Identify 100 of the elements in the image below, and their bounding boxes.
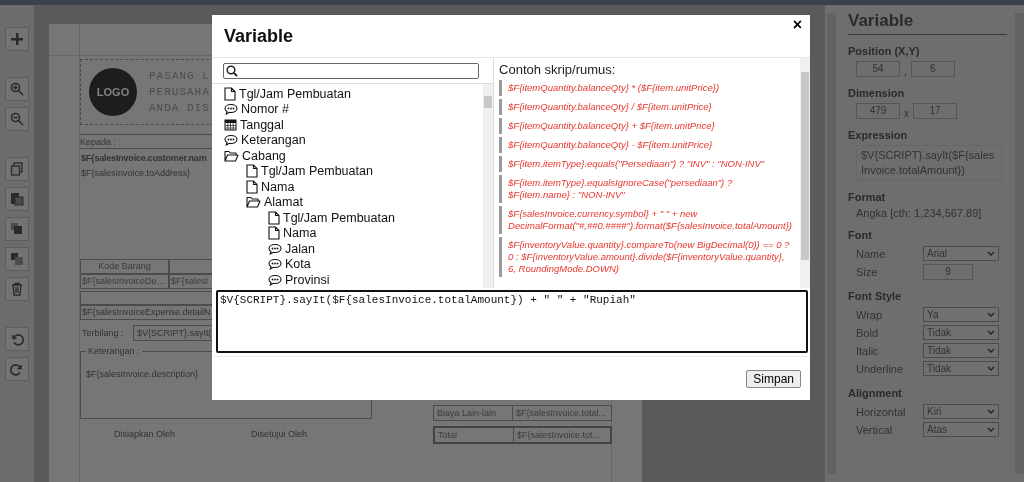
chevron-down-icon <box>987 427 995 432</box>
example-script[interactable]: $F{inventoryValue.quantity}.compareTo(new BigDecimal(0)) == 0 ? 0 : $F{inventoryValue.amount}.divide($F{inventoryValue.quantity}, 6, RoundingMode.DOWN) <box>499 237 796 277</box>
field-label: Italic <box>856 344 880 357</box>
speech-bubble-icon <box>268 242 282 255</box>
zoom-in-icon <box>10 82 24 96</box>
zoom-in-tool-button[interactable] <box>5 77 29 101</box>
field-label: Horizontal <box>856 405 907 418</box>
paste-icon <box>10 192 24 206</box>
undo-tool-button[interactable] <box>5 327 29 351</box>
field-label: Bold <box>856 326 880 339</box>
document-icon <box>246 164 258 179</box>
speech-bubble-icon <box>268 258 282 271</box>
example-script[interactable]: $F{itemQuantity.balanceQty} / $F{item.unitPrice} <box>499 99 796 115</box>
expression-editor[interactable]: $V{SCRIPT}.sayIt($F{salesInvoice.totalAmount}) + " " + "Rupiah" <box>216 290 808 353</box>
recipient-label: Kepada : <box>80 136 117 147</box>
separator-text: , <box>904 66 907 77</box>
redo-tool-button[interactable] <box>5 357 29 381</box>
send-backward-icon <box>10 252 24 266</box>
bring-forward-icon <box>10 222 24 236</box>
spelled-amount-label: Terbilang : <box>82 328 124 338</box>
dropdown[interactable]: Ya <box>923 307 999 322</box>
dropdown[interactable]: Atas <box>923 422 999 437</box>
separator-text: x <box>904 108 909 119</box>
save-button[interactable]: Simpan <box>746 369 801 388</box>
calendar-icon <box>224 118 237 132</box>
example-script[interactable]: $F{item.itemType}.equalsIgnoreCase("persediaan") ? $F{item.name} : "NON-INV" <box>499 175 796 203</box>
logo-mark: LOGO <box>89 68 137 116</box>
scrollbar[interactable] <box>483 84 494 288</box>
speech-bubble-icon <box>224 103 238 116</box>
section-title: Position (X,Y) <box>848 45 921 57</box>
number-field[interactable]: 54 <box>856 61 900 77</box>
scrollbar[interactable] <box>800 58 810 288</box>
section-title: Format <box>848 191 887 203</box>
tree-item[interactable]: Tanggal <box>212 117 484 133</box>
tree-item[interactable]: Keterangan <box>212 132 484 148</box>
document-icon <box>224 86 236 101</box>
example-script[interactable]: $F{itemQuantity.balanceQty} - $F{item.unitPrice} <box>499 137 796 153</box>
field-label: Wrap <box>856 308 884 321</box>
notes-legend: Keterangan : <box>86 346 142 356</box>
section-title: Font Style <box>848 290 903 302</box>
copy-tool-button[interactable] <box>5 157 29 181</box>
section-title: Font <box>848 229 873 241</box>
dropdown[interactable]: Kiri <box>923 404 999 419</box>
tree-item[interactable]: Alamat <box>212 194 484 210</box>
signature-label: Disiapkan Oleh <box>114 429 176 439</box>
trash-icon <box>10 282 24 296</box>
panel-title: Variable <box>848 11 1007 35</box>
section-title: Dimension <box>848 87 906 99</box>
number-field[interactable]: 479 <box>856 103 900 119</box>
document-icon <box>268 210 280 225</box>
search-icon <box>226 65 238 77</box>
paste-tool-button[interactable] <box>5 187 29 211</box>
dropdown[interactable]: Arial <box>923 246 999 261</box>
chevron-down-icon <box>987 348 995 353</box>
tree-item[interactable]: Kota <box>212 256 484 272</box>
tree-item[interactable]: Cabang <box>212 148 484 164</box>
number-field[interactable]: 17 <box>913 103 957 119</box>
examples-heading: Contoh skrip/rumus: <box>499 62 617 77</box>
chevron-down-icon <box>987 251 995 256</box>
dialog-title: Variable <box>224 25 294 47</box>
document-icon <box>268 226 280 241</box>
plus-icon <box>10 32 24 46</box>
copy-icon <box>10 162 24 176</box>
section-title: Expression <box>848 129 909 141</box>
undo-icon <box>10 332 24 346</box>
tree-item[interactable]: Tgl/Jam Pembuatan <box>212 210 484 226</box>
tree-item[interactable]: Tgl/Jam Pembuatan <box>212 86 484 102</box>
example-script[interactable]: $F{itemQuantity.balanceQty} + $F{item.unitPrice} <box>499 118 796 134</box>
report-field: $F{salesInvoice.toAddress} <box>81 168 191 178</box>
trash-tool-button[interactable] <box>5 277 29 301</box>
format-value: Angka [cth: 1,234,567.89] <box>855 207 983 219</box>
chevron-down-icon <box>987 330 995 335</box>
search-field[interactable] <box>223 63 480 79</box>
example-script[interactable]: $F{item.itemType}.equals("Persediaan") ? "INV" : "NON-INV" <box>499 156 796 172</box>
tree-item[interactable]: Nomor # <box>212 101 484 117</box>
speech-bubble-icon <box>268 273 282 286</box>
plus-tool-button[interactable] <box>5 27 29 51</box>
tree-item[interactable]: Nama <box>212 179 484 195</box>
chevron-down-icon <box>987 366 995 371</box>
field-label: Vertical <box>856 423 894 436</box>
zoom-out-icon <box>10 112 24 126</box>
report-field: $F{salesInvoice.customer.nam <box>81 153 207 163</box>
zoom-out-tool-button[interactable] <box>5 107 29 131</box>
example-script[interactable]: $F{salesInvoice.currency.symbol} + " " + new DecimalFormat("#,##0.####").format($F{salesInvoice.totalAmount}) <box>499 206 796 234</box>
example-script[interactable]: $F{itemQuantity.balanceQty} * ($F{item.unitPrice}) <box>499 80 796 96</box>
expression-field[interactable]: $V{SCRIPT}.sayIt($F{salesInvoice.totalAmount}) <box>856 145 1002 181</box>
redo-icon <box>10 362 24 376</box>
tree-item[interactable]: Jalan <box>212 241 484 257</box>
chevron-down-icon <box>987 409 995 414</box>
front-tool-button[interactable] <box>5 217 29 241</box>
back-tool-button[interactable] <box>5 247 29 271</box>
signature-label: Disetujui Oleh <box>251 429 308 439</box>
report-field: $F{salesInvoice.description} <box>86 369 199 379</box>
document-icon <box>246 179 258 194</box>
tree-item[interactable]: Nama <box>212 225 484 241</box>
tree-item[interactable]: Tgl/Jam Pembuatan <box>212 163 484 179</box>
close-button[interactable]: × <box>790 17 804 33</box>
speech-bubble-icon <box>224 134 238 147</box>
field-label: Underline <box>856 362 905 375</box>
chevron-down-icon <box>987 312 995 317</box>
